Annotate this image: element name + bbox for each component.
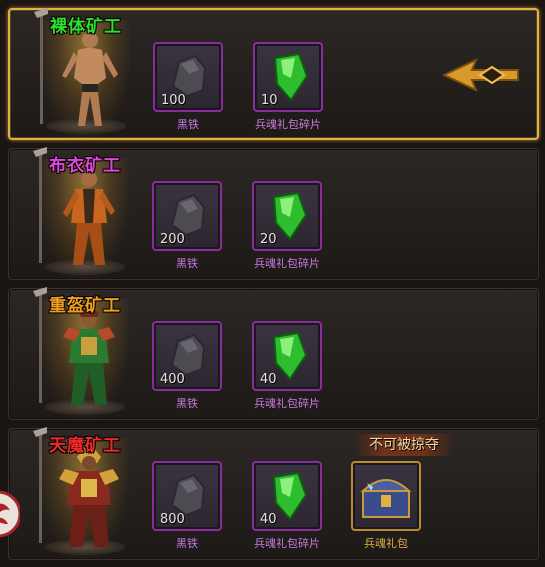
item-quantity: 40 <box>260 372 277 387</box>
miner-card-cloth[interactable]: 布衣矿工 200 黑铁 20 兵魂礼包碎片 <box>8 147 539 280</box>
miner-title: 裸体矿工 <box>50 17 122 37</box>
item-label: 兵魂礼包碎片 <box>254 537 320 550</box>
item-quantity: 400 <box>160 372 185 387</box>
item-label: 兵魂礼包碎片 <box>254 257 320 270</box>
miner-figure-naked <box>62 32 118 126</box>
item-quantity: 200 <box>160 232 185 247</box>
item-quantity: 10 <box>261 93 278 108</box>
item-slot-soul-fragment[interactable]: 20 <box>252 181 322 251</box>
miner-card-heavy-armor[interactable]: 重盔矿工 400 黑铁 40 兵魂礼包碎片 <box>8 287 539 420</box>
cannot-be-looted-badge: 不可被掠夺 <box>354 434 454 456</box>
item-quantity: 100 <box>161 93 186 108</box>
miner-card-demon[interactable]: 天魔矿工 800 黑铁 40 兵魂礼包碎片 不可被掠夺 兵魂礼包 <box>8 427 539 560</box>
item-label: 兵魂礼包碎片 <box>255 118 321 131</box>
miner-card-naked[interactable]: 裸体矿工 100 黑铁 10 兵魂礼包碎片 <box>8 8 539 140</box>
item-slot-soul-gift-pack[interactable] <box>351 461 421 531</box>
miner-figure-heavy-armor <box>63 309 115 405</box>
item-label: 黑铁 <box>177 118 199 131</box>
pickaxe-icon <box>33 427 47 543</box>
item-slot-soul-fragment[interactable]: 10 <box>253 42 323 112</box>
treasure-chest-icon <box>360 479 412 518</box>
selection-arrow-icon <box>441 58 519 92</box>
item-label: 兵魂礼包碎片 <box>254 397 320 410</box>
pickaxe-icon <box>33 287 47 403</box>
miner-title: 布衣矿工 <box>49 156 121 176</box>
item-slot-black-iron[interactable]: 100 <box>153 42 223 112</box>
item-slot-soul-fragment[interactable]: 40 <box>252 461 322 531</box>
item-quantity: 40 <box>260 512 277 527</box>
miner-title: 天魔矿工 <box>49 436 121 456</box>
item-label: 黑铁 <box>176 397 198 410</box>
pickaxe-icon <box>33 147 47 263</box>
pickaxe-icon <box>34 8 48 124</box>
item-label: 黑铁 <box>176 257 198 270</box>
item-label: 黑铁 <box>176 537 198 550</box>
item-slot-black-iron[interactable]: 400 <box>152 321 222 391</box>
miner-title: 重盔矿工 <box>49 296 121 316</box>
item-slot-black-iron[interactable]: 800 <box>152 461 222 531</box>
item-slot-soul-fragment[interactable]: 40 <box>252 321 322 391</box>
emblem-icon[interactable] <box>0 488 20 540</box>
item-slot-black-iron[interactable]: 200 <box>152 181 222 251</box>
item-label: 兵魂礼包 <box>364 537 408 550</box>
miner-figure-cloth <box>63 171 115 265</box>
item-quantity: 800 <box>160 512 185 527</box>
item-quantity: 20 <box>260 232 277 247</box>
miner-figure-demon <box>59 447 119 547</box>
